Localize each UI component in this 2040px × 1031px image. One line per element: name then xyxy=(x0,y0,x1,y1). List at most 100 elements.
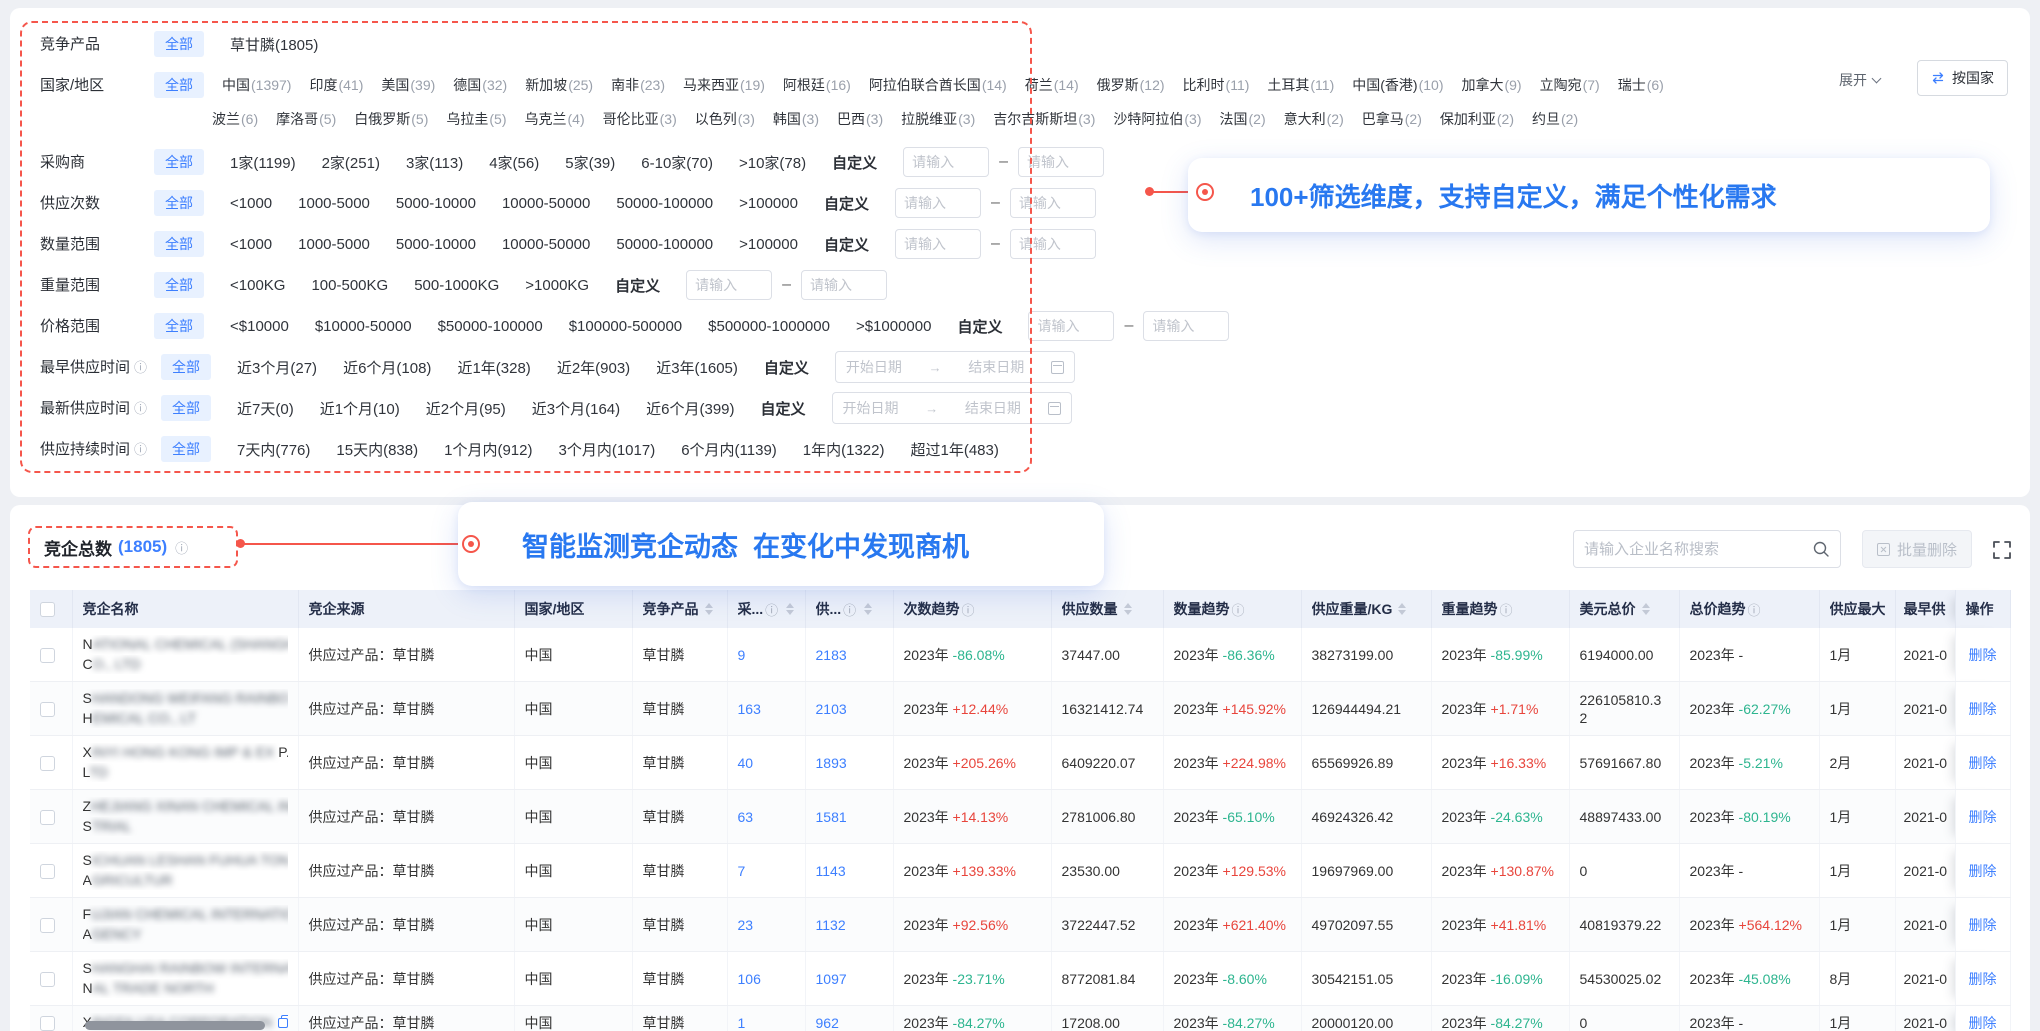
filter-option[interactable]: 巴拿马(2) xyxy=(1362,109,1422,129)
filter-all-chip[interactable]: 全部 xyxy=(154,72,204,98)
filter-option[interactable]: 15天内(838) xyxy=(336,439,418,460)
filter-option[interactable]: 意大利(2) xyxy=(1284,109,1344,129)
filter-option[interactable]: 4家(56) xyxy=(489,152,539,173)
filter-option[interactable]: 5000-10000 xyxy=(396,195,476,212)
filter-option[interactable]: $500000-1000000 xyxy=(708,318,830,335)
filter-option[interactable]: 3个月内(1017) xyxy=(558,439,655,460)
filter-option[interactable]: 拉脱维亚(3) xyxy=(901,109,975,129)
custom-option[interactable]: 自定义 xyxy=(824,234,869,255)
range-input-min[interactable] xyxy=(895,229,981,259)
filter-option[interactable]: 加拿大(9) xyxy=(1461,75,1521,95)
info-icon[interactable]: ⓘ xyxy=(765,600,778,619)
cell-count[interactable]: 1893 xyxy=(805,736,893,790)
filter-option[interactable]: >$1000000 xyxy=(856,318,932,335)
filter-option[interactable]: 1000-5000 xyxy=(298,195,370,212)
custom-option[interactable]: 自定义 xyxy=(824,193,869,214)
filter-option[interactable]: 韩国(3) xyxy=(773,109,819,129)
filter-option[interactable]: 巴西(3) xyxy=(837,109,883,129)
cell-buyers[interactable]: 23 xyxy=(727,898,805,952)
filter-option[interactable]: $50000-100000 xyxy=(438,318,543,335)
filter-all-chip[interactable]: 全部 xyxy=(154,190,204,216)
cell-count[interactable]: 1132 xyxy=(805,898,893,952)
filter-option[interactable]: 近2年(903) xyxy=(557,357,630,378)
cell-buyers[interactable]: 63 xyxy=(727,790,805,844)
cell-buyers[interactable]: 106 xyxy=(727,952,805,1006)
info-icon[interactable]: ⓘ xyxy=(962,600,975,619)
company-search-input[interactable] xyxy=(1584,541,1812,558)
sort-icon[interactable] xyxy=(786,603,794,615)
filter-option[interactable]: 以色列(3) xyxy=(695,109,755,129)
select-row-checkbox[interactable] xyxy=(40,1016,55,1031)
filter-option[interactable]: $100000-500000 xyxy=(569,318,682,335)
range-input-max[interactable] xyxy=(1018,147,1104,177)
filter-option[interactable]: 超过1年(483) xyxy=(910,439,998,460)
filter-option[interactable]: 近6个月(108) xyxy=(343,357,431,378)
info-icon[interactable]: ⓘ xyxy=(134,360,147,375)
filter-option[interactable]: 印度(41) xyxy=(309,75,363,95)
filter-option[interactable]: 近7天(0) xyxy=(237,398,294,419)
date-range-picker[interactable]: 开始日期→结束日期 xyxy=(832,392,1072,424)
filter-option[interactable]: 7天内(776) xyxy=(237,439,310,460)
filter-option[interactable]: 约旦(2) xyxy=(1532,109,1578,129)
cell-buyers[interactable]: 7 xyxy=(727,844,805,898)
delete-link[interactable]: 删除 xyxy=(1969,863,1997,879)
delete-link[interactable]: 删除 xyxy=(1969,1015,1997,1031)
delete-link[interactable]: 删除 xyxy=(1969,755,1997,771)
filter-option[interactable]: 比利时(11) xyxy=(1183,75,1250,95)
filter-all-chip[interactable]: 全部 xyxy=(154,31,204,57)
filter-option[interactable]: 美国(39) xyxy=(381,75,435,95)
sort-icon[interactable] xyxy=(705,603,713,615)
filter-option[interactable]: 近3个月(164) xyxy=(532,398,620,419)
filter-option[interactable]: 10000-50000 xyxy=(502,195,590,212)
sort-icon[interactable] xyxy=(1642,603,1650,615)
filter-option[interactable]: 5家(39) xyxy=(565,152,615,173)
filter-option[interactable]: 荷兰(14) xyxy=(1025,75,1079,95)
filter-option[interactable]: 100-500KG xyxy=(311,277,388,294)
filter-option[interactable]: 立陶宛(7) xyxy=(1540,75,1600,95)
info-icon[interactable]: ⓘ xyxy=(843,600,856,619)
cell-count[interactable]: 962 xyxy=(805,1006,893,1031)
filter-option[interactable]: 近2个月(95) xyxy=(426,398,506,419)
filter-option[interactable]: 1家(1199) xyxy=(230,152,296,173)
range-input-min[interactable] xyxy=(903,147,989,177)
date-range-picker[interactable]: 开始日期→结束日期 xyxy=(835,351,1075,383)
delete-link[interactable]: 删除 xyxy=(1969,701,1997,717)
filter-option[interactable]: <1000 xyxy=(230,195,272,212)
filter-option[interactable]: 阿拉伯联合酋长国(14) xyxy=(869,75,1007,95)
range-input-min[interactable] xyxy=(895,188,981,218)
filter-option[interactable]: 1个月内(912) xyxy=(444,439,532,460)
filter-option[interactable]: 乌克兰(4) xyxy=(525,109,585,129)
copy-icon[interactable] xyxy=(278,1014,287,1031)
range-input-min[interactable] xyxy=(1028,311,1114,341)
select-row-checkbox[interactable] xyxy=(40,702,55,717)
filter-option[interactable]: 6个月内(1139) xyxy=(681,439,777,460)
cell-count[interactable]: 1097 xyxy=(805,952,893,1006)
select-row-checkbox[interactable] xyxy=(40,756,55,771)
filter-option[interactable]: 阿根廷(16) xyxy=(783,75,851,95)
cell-count[interactable]: 2103 xyxy=(805,682,893,736)
filter-option[interactable]: 近3年(1605) xyxy=(656,357,738,378)
delete-link[interactable]: 删除 xyxy=(1969,917,1997,933)
filter-option[interactable]: <$10000 xyxy=(230,318,289,335)
filter-option[interactable]: 近1年(328) xyxy=(457,357,530,378)
filter-option[interactable]: >100000 xyxy=(739,195,798,212)
filter-option[interactable]: 草甘膦(1805) xyxy=(230,34,318,55)
range-input-max[interactable] xyxy=(801,270,887,300)
filter-option[interactable]: $10000-50000 xyxy=(315,318,412,335)
filter-option[interactable]: <100KG xyxy=(230,277,285,294)
cell-count[interactable]: 1581 xyxy=(805,790,893,844)
filter-option[interactable]: <1000 xyxy=(230,236,272,253)
filter-all-chip[interactable]: 全部 xyxy=(154,313,204,339)
sort-icon[interactable] xyxy=(1124,603,1132,615)
cell-buyers[interactable]: 163 xyxy=(727,682,805,736)
filter-all-chip[interactable]: 全部 xyxy=(154,272,204,298)
range-input-max[interactable] xyxy=(1010,188,1096,218)
filter-option[interactable]: 近3个月(27) xyxy=(237,357,317,378)
expand-countries-link[interactable]: 展开 xyxy=(1839,70,1880,90)
fullscreen-icon[interactable] xyxy=(1992,540,2012,560)
select-row-checkbox[interactable] xyxy=(40,972,55,987)
filter-all-chip[interactable]: 全部 xyxy=(161,354,211,380)
filter-option[interactable]: 波兰(6) xyxy=(212,109,258,129)
sort-icon[interactable] xyxy=(1398,603,1406,615)
filter-option[interactable]: 新加坡(25) xyxy=(525,75,593,95)
